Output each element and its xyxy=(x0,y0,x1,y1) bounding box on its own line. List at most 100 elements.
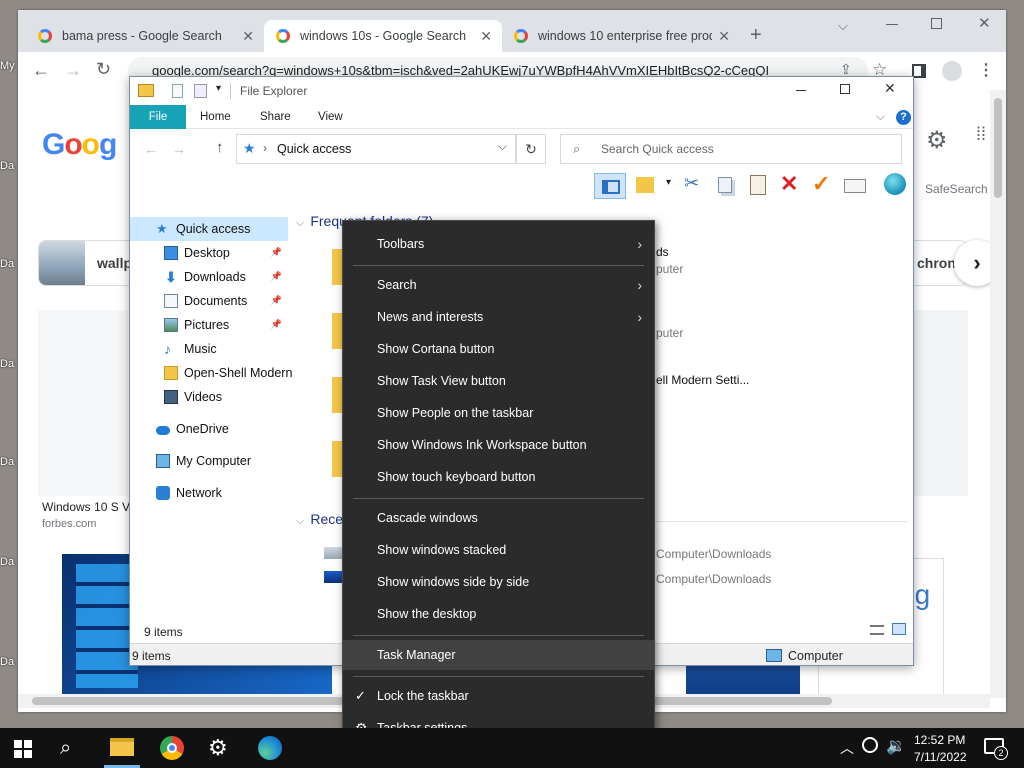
folder-options-dropdown-icon[interactable]: ▾ xyxy=(666,177,671,188)
close-icon[interactable]: ✕ xyxy=(718,28,730,45)
menu-item-news-and-interests[interactable]: News and interests › xyxy=(343,302,654,332)
forward-arrow-icon[interactable]: → xyxy=(64,60,82,81)
sidebar-item-network[interactable]: Network xyxy=(130,481,288,505)
clock-date[interactable]: 7/11/2022 xyxy=(914,750,967,764)
address-text: Quick access xyxy=(277,142,352,156)
maximize-icon[interactable] xyxy=(840,84,850,94)
up-arrow-icon[interactable]: ↑ xyxy=(216,139,224,156)
chrome-icon[interactable] xyxy=(160,736,184,760)
tab-windows-enterprise[interactable]: windows 10 enterprise free prod ✕ xyxy=(502,20,740,52)
back-arrow-icon[interactable]: ← xyxy=(144,141,158,157)
close-icon[interactable]: ✕ xyxy=(480,28,492,45)
menu-item-show-desktop[interactable]: Show the desktop xyxy=(343,599,654,629)
vertical-scrollbar[interactable] xyxy=(990,90,1006,698)
refresh-button[interactable]: ↻ xyxy=(516,134,546,164)
tab-view[interactable]: View xyxy=(318,105,343,129)
properties-icon[interactable] xyxy=(172,84,183,98)
settings-gear-icon[interactable]: ⚙ xyxy=(208,736,232,760)
menu-item-show-touch-keyboard[interactable]: Show touch keyboard button xyxy=(343,462,654,492)
sidebar-item-quick-access[interactable]: ★ Quick access xyxy=(130,217,288,241)
pin-icon[interactable]: 📌 xyxy=(271,319,282,330)
side-panel-icon[interactable] xyxy=(912,64,926,78)
close-window-icon[interactable]: ✕ xyxy=(884,80,896,97)
sidebar-item-label: Documents xyxy=(184,294,248,308)
pin-icon[interactable]: 📌 xyxy=(271,295,282,306)
minimize-icon[interactable] xyxy=(886,24,898,25)
windows-start-icon[interactable] xyxy=(14,740,32,758)
menu-item-show-cortana[interactable]: Show Cortana button xyxy=(343,334,654,364)
file-explorer-icon[interactable] xyxy=(110,738,134,756)
sidebar-item-downloads[interactable]: ⬇ Downloads 📌 xyxy=(130,265,288,289)
copy-icon[interactable] xyxy=(718,177,732,193)
menu-item-show-people[interactable]: Show People on the taskbar xyxy=(343,398,654,428)
explorer-address-bar[interactable]: ★ › Quick access ⌵ xyxy=(236,134,516,164)
help-icon[interactable]: ? xyxy=(896,110,911,125)
result-title[interactable]: Windows 10 S V xyxy=(42,500,130,514)
clock-time[interactable]: 12:52 PM xyxy=(914,733,965,747)
address-dropdown-icon[interactable]: ⌵ xyxy=(498,139,507,154)
recent-files-header[interactable]: ⌵ Rece xyxy=(296,511,343,528)
network-icon[interactable] xyxy=(862,737,878,753)
search-icon[interactable]: ⌕ xyxy=(60,736,84,760)
expand-ribbon-chevron-icon[interactable]: ⌵ xyxy=(876,109,885,124)
volume-icon[interactable]: 🔉 xyxy=(886,736,906,756)
sidebar-item-desktop[interactable]: Desktop 📌 xyxy=(130,241,288,265)
close-icon[interactable]: ✕ xyxy=(242,28,254,45)
navigation-pane-icon[interactable] xyxy=(594,173,626,199)
details-view-icon[interactable] xyxy=(870,625,884,635)
new-tab-button[interactable]: + xyxy=(750,24,762,47)
new-folder-icon[interactable] xyxy=(194,84,207,98)
menu-dots-icon[interactable]: ⋮ xyxy=(978,60,994,80)
tab-windows-10s[interactable]: windows 10s - Google Search ✕ xyxy=(264,20,502,52)
safesearch-label[interactable]: SafeSearch xyxy=(925,182,988,196)
folder-options-icon[interactable] xyxy=(636,177,654,193)
cut-icon[interactable]: ✂ xyxy=(684,173,699,194)
menu-item-show-task-view[interactable]: Show Task View button xyxy=(343,366,654,396)
email-icon[interactable] xyxy=(844,179,866,193)
menu-item-search[interactable]: Search › xyxy=(343,270,654,300)
sidebar-item-my-computer[interactable]: My Computer xyxy=(130,449,288,473)
tray-chevron-icon[interactable]: ︿ xyxy=(840,738,854,758)
tab-file[interactable]: File xyxy=(130,105,186,129)
delete-icon[interactable]: ✕ xyxy=(780,171,798,197)
large-icons-view-icon[interactable] xyxy=(892,623,906,635)
profile-avatar[interactable] xyxy=(942,61,962,81)
minimize-icon[interactable] xyxy=(796,90,806,91)
forward-arrow-icon[interactable]: → xyxy=(172,141,186,157)
menu-item-windows-stacked[interactable]: Show windows stacked xyxy=(343,535,654,565)
menu-item-cascade-windows[interactable]: Cascade windows xyxy=(343,503,654,533)
menu-separator xyxy=(353,265,644,266)
tab-bama-press[interactable]: bama press - Google Search ✕ xyxy=(26,20,264,52)
edge-icon[interactable] xyxy=(258,736,282,760)
reload-icon[interactable]: ↻ xyxy=(96,59,111,80)
menu-item-task-manager[interactable]: Task Manager xyxy=(343,640,654,670)
sidebar-item-music[interactable]: ♪ Music xyxy=(130,337,288,361)
properties-check-icon[interactable]: ✓ xyxy=(812,171,830,197)
back-arrow-icon[interactable]: ← xyxy=(32,60,50,81)
explorer-search-box[interactable]: ⌕ Search Quick access xyxy=(560,134,902,164)
result-thumbnail[interactable] xyxy=(38,310,128,496)
customize-qat-icon[interactable]: ▾ xyxy=(216,83,221,94)
maximize-icon[interactable] xyxy=(931,18,942,29)
apps-grid-icon[interactable]: ⁞⁞ xyxy=(976,125,986,143)
tab-search-chevron-icon[interactable]: ⌵ xyxy=(838,18,848,34)
sidebar-item-documents[interactable]: Documents 📌 xyxy=(130,289,288,313)
sidebar-item-pictures[interactable]: Pictures 📌 xyxy=(130,313,288,337)
tab-home[interactable]: Home xyxy=(200,105,231,129)
close-window-icon[interactable]: ✕ xyxy=(978,14,991,32)
tab-share[interactable]: Share xyxy=(260,105,291,129)
menu-item-show-ink-workspace[interactable]: Show Windows Ink Workspace button xyxy=(343,430,654,460)
network-globe-icon[interactable] xyxy=(884,173,906,195)
menu-item-toolbars[interactable]: Toolbars › xyxy=(343,229,654,259)
sidebar-item-open-shell[interactable]: Open-Shell Modern xyxy=(130,361,292,385)
menu-item-lock-taskbar[interactable]: ✓ Lock the taskbar xyxy=(343,681,654,711)
settings-gear-icon[interactable]: ⚙ xyxy=(926,126,948,155)
pin-icon[interactable]: 📌 xyxy=(271,247,282,258)
item-text-fragment: ell Modern Setti... xyxy=(656,373,750,387)
paste-icon[interactable] xyxy=(750,175,766,195)
pin-icon[interactable]: 📌 xyxy=(271,271,282,282)
google-logo[interactable]: Goog xyxy=(42,128,117,162)
sidebar-item-onedrive[interactable]: OneDrive xyxy=(130,417,288,441)
menu-item-windows-side-by-side[interactable]: Show windows side by side xyxy=(343,567,654,597)
sidebar-item-videos[interactable]: Videos xyxy=(130,385,288,409)
